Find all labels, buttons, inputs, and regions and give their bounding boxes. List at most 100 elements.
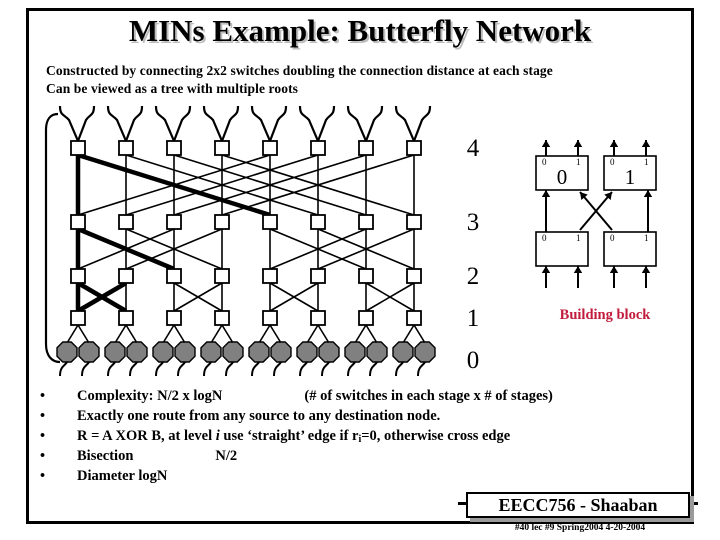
network-edge xyxy=(173,324,186,344)
badge-ear-right xyxy=(690,502,698,505)
terminal-node xyxy=(344,341,366,363)
network-wrap-wire xyxy=(106,105,128,142)
switch-node xyxy=(70,214,86,230)
network-edge xyxy=(402,324,415,344)
bb-in-arrow xyxy=(641,266,651,288)
bullet-list: • Complexity: N/2 x logN (# of switches in… xyxy=(40,386,680,486)
network-edge xyxy=(413,324,426,344)
butterfly-network-diagram xyxy=(36,100,456,378)
bullet-item: • Bisection N/2 xyxy=(40,446,680,466)
bullet-text-segment: Bisection xyxy=(77,448,134,464)
bb-in-arrow xyxy=(609,266,619,288)
switch-node xyxy=(406,214,422,230)
terminal-node xyxy=(414,341,436,363)
bullet-text-segment: Complexity: N/2 x logN xyxy=(77,388,223,404)
switch-node xyxy=(262,214,278,230)
network-wrap-wire xyxy=(347,361,356,377)
terminal-node xyxy=(392,341,414,363)
network-wrap-wire xyxy=(412,105,432,142)
network-wrap-wire xyxy=(346,105,368,142)
footer-badge: EECC756 - Shaaban xyxy=(466,492,690,518)
network-wrap-wire xyxy=(250,105,272,142)
network-edge xyxy=(77,324,90,344)
switch-node xyxy=(214,268,230,284)
bb-port-label: 0 xyxy=(542,157,547,167)
network-wrap-wire xyxy=(172,105,192,142)
switch-node xyxy=(166,214,182,230)
network-wrap-wire xyxy=(316,105,336,142)
switch-node xyxy=(118,268,134,284)
network-edge xyxy=(162,324,175,344)
switch-node xyxy=(262,140,278,156)
subtitle-line-2: Can be viewed as a tree with multiple ro… xyxy=(46,81,299,96)
switch-node xyxy=(70,140,86,156)
switch-node xyxy=(358,140,374,156)
network-edge xyxy=(210,324,223,344)
bullet-text-segment: Diameter logN xyxy=(77,468,168,484)
bullet-marker-icon: • xyxy=(40,428,46,444)
bullet-text-segment: =0, otherwise cross edge xyxy=(361,428,511,444)
subtitle-line-1: Constructed by connecting 2x2 switches d… xyxy=(46,63,553,78)
bullet-item: • Exactly one route from any source to an… xyxy=(40,406,680,426)
bb-out-arrow xyxy=(541,140,551,156)
network-wrap-wire xyxy=(298,105,320,142)
network-wrap-wire xyxy=(251,361,260,377)
network-wrap-wire xyxy=(225,361,234,377)
network-edge xyxy=(258,324,271,344)
bb-box-label: 0 xyxy=(557,165,568,189)
bullet-marker-icon: • xyxy=(40,468,46,484)
bullet-text: Exactly one route from any source to any… xyxy=(77,406,440,426)
network-edge xyxy=(317,324,330,344)
network-wrap-wire xyxy=(129,361,138,377)
terminal-node xyxy=(248,341,270,363)
network-wrap-wire xyxy=(417,361,426,377)
network-wrap-wire xyxy=(203,361,212,377)
bullet-marker-icon: • xyxy=(40,388,46,404)
network-wrap-wire xyxy=(124,105,144,142)
bullet-item: • R = A XOR B, at level i use ‘straight’ … xyxy=(40,426,680,446)
building-block-root: 0 100 110 1 0 1 xyxy=(535,140,657,288)
bullet-item: • Diameter logN xyxy=(40,466,680,486)
terminal-node xyxy=(126,341,148,363)
network-wrap-wire xyxy=(299,361,308,377)
switch-node xyxy=(310,140,326,156)
switch-node xyxy=(214,140,230,156)
switch-node xyxy=(118,214,134,230)
bullet-text-segment: use ‘straight’ edge if r xyxy=(219,428,359,444)
bb-port-label: 0 xyxy=(610,233,615,243)
terminal-node xyxy=(104,341,126,363)
network-edge xyxy=(269,324,282,344)
switch-node xyxy=(358,268,374,284)
network-wrap-wire xyxy=(154,105,176,142)
switch-node xyxy=(262,268,278,284)
network-edge xyxy=(66,324,79,344)
terminal-node xyxy=(174,341,196,363)
bullet-text-segment: (# of switches in each stage x # of stag… xyxy=(304,388,553,404)
badge-ear-left xyxy=(458,502,466,505)
switch-node xyxy=(310,310,326,326)
bb-straight-arrow xyxy=(541,190,551,232)
network-svg xyxy=(44,105,436,377)
switch-node xyxy=(406,140,422,156)
switch-node xyxy=(214,214,230,230)
footer-sub-label: #40 lec #9 Spring2004 4-20-2004 xyxy=(514,523,646,533)
terminal-node xyxy=(200,341,222,363)
network-wrap-wire xyxy=(58,105,80,142)
bb-port-label: 0 xyxy=(542,233,547,243)
switch-node xyxy=(310,268,326,284)
bullet-text: Complexity: N/2 x logN (# of switches in … xyxy=(77,386,553,406)
network-wrap-wire xyxy=(76,105,96,142)
bb-port-label: 1 xyxy=(644,233,649,243)
switch-node xyxy=(310,214,326,230)
switch-node xyxy=(70,268,86,284)
bullet-item: • Complexity: N/2 x logN (# of switches in… xyxy=(40,386,680,406)
level-number-1: 1 xyxy=(466,305,480,332)
network-edge xyxy=(365,324,378,344)
network-wrap-wire xyxy=(364,105,384,142)
bb-port-label: 1 xyxy=(644,157,649,167)
bb-box-label: 1 xyxy=(625,165,636,189)
slide-canvas: MINs Example: Butterfly Network Construc… xyxy=(0,0,720,540)
bullet-text-segment: R = A XOR B, at level xyxy=(77,428,216,444)
terminal-node xyxy=(318,341,340,363)
bb-in-arrow xyxy=(541,266,551,288)
